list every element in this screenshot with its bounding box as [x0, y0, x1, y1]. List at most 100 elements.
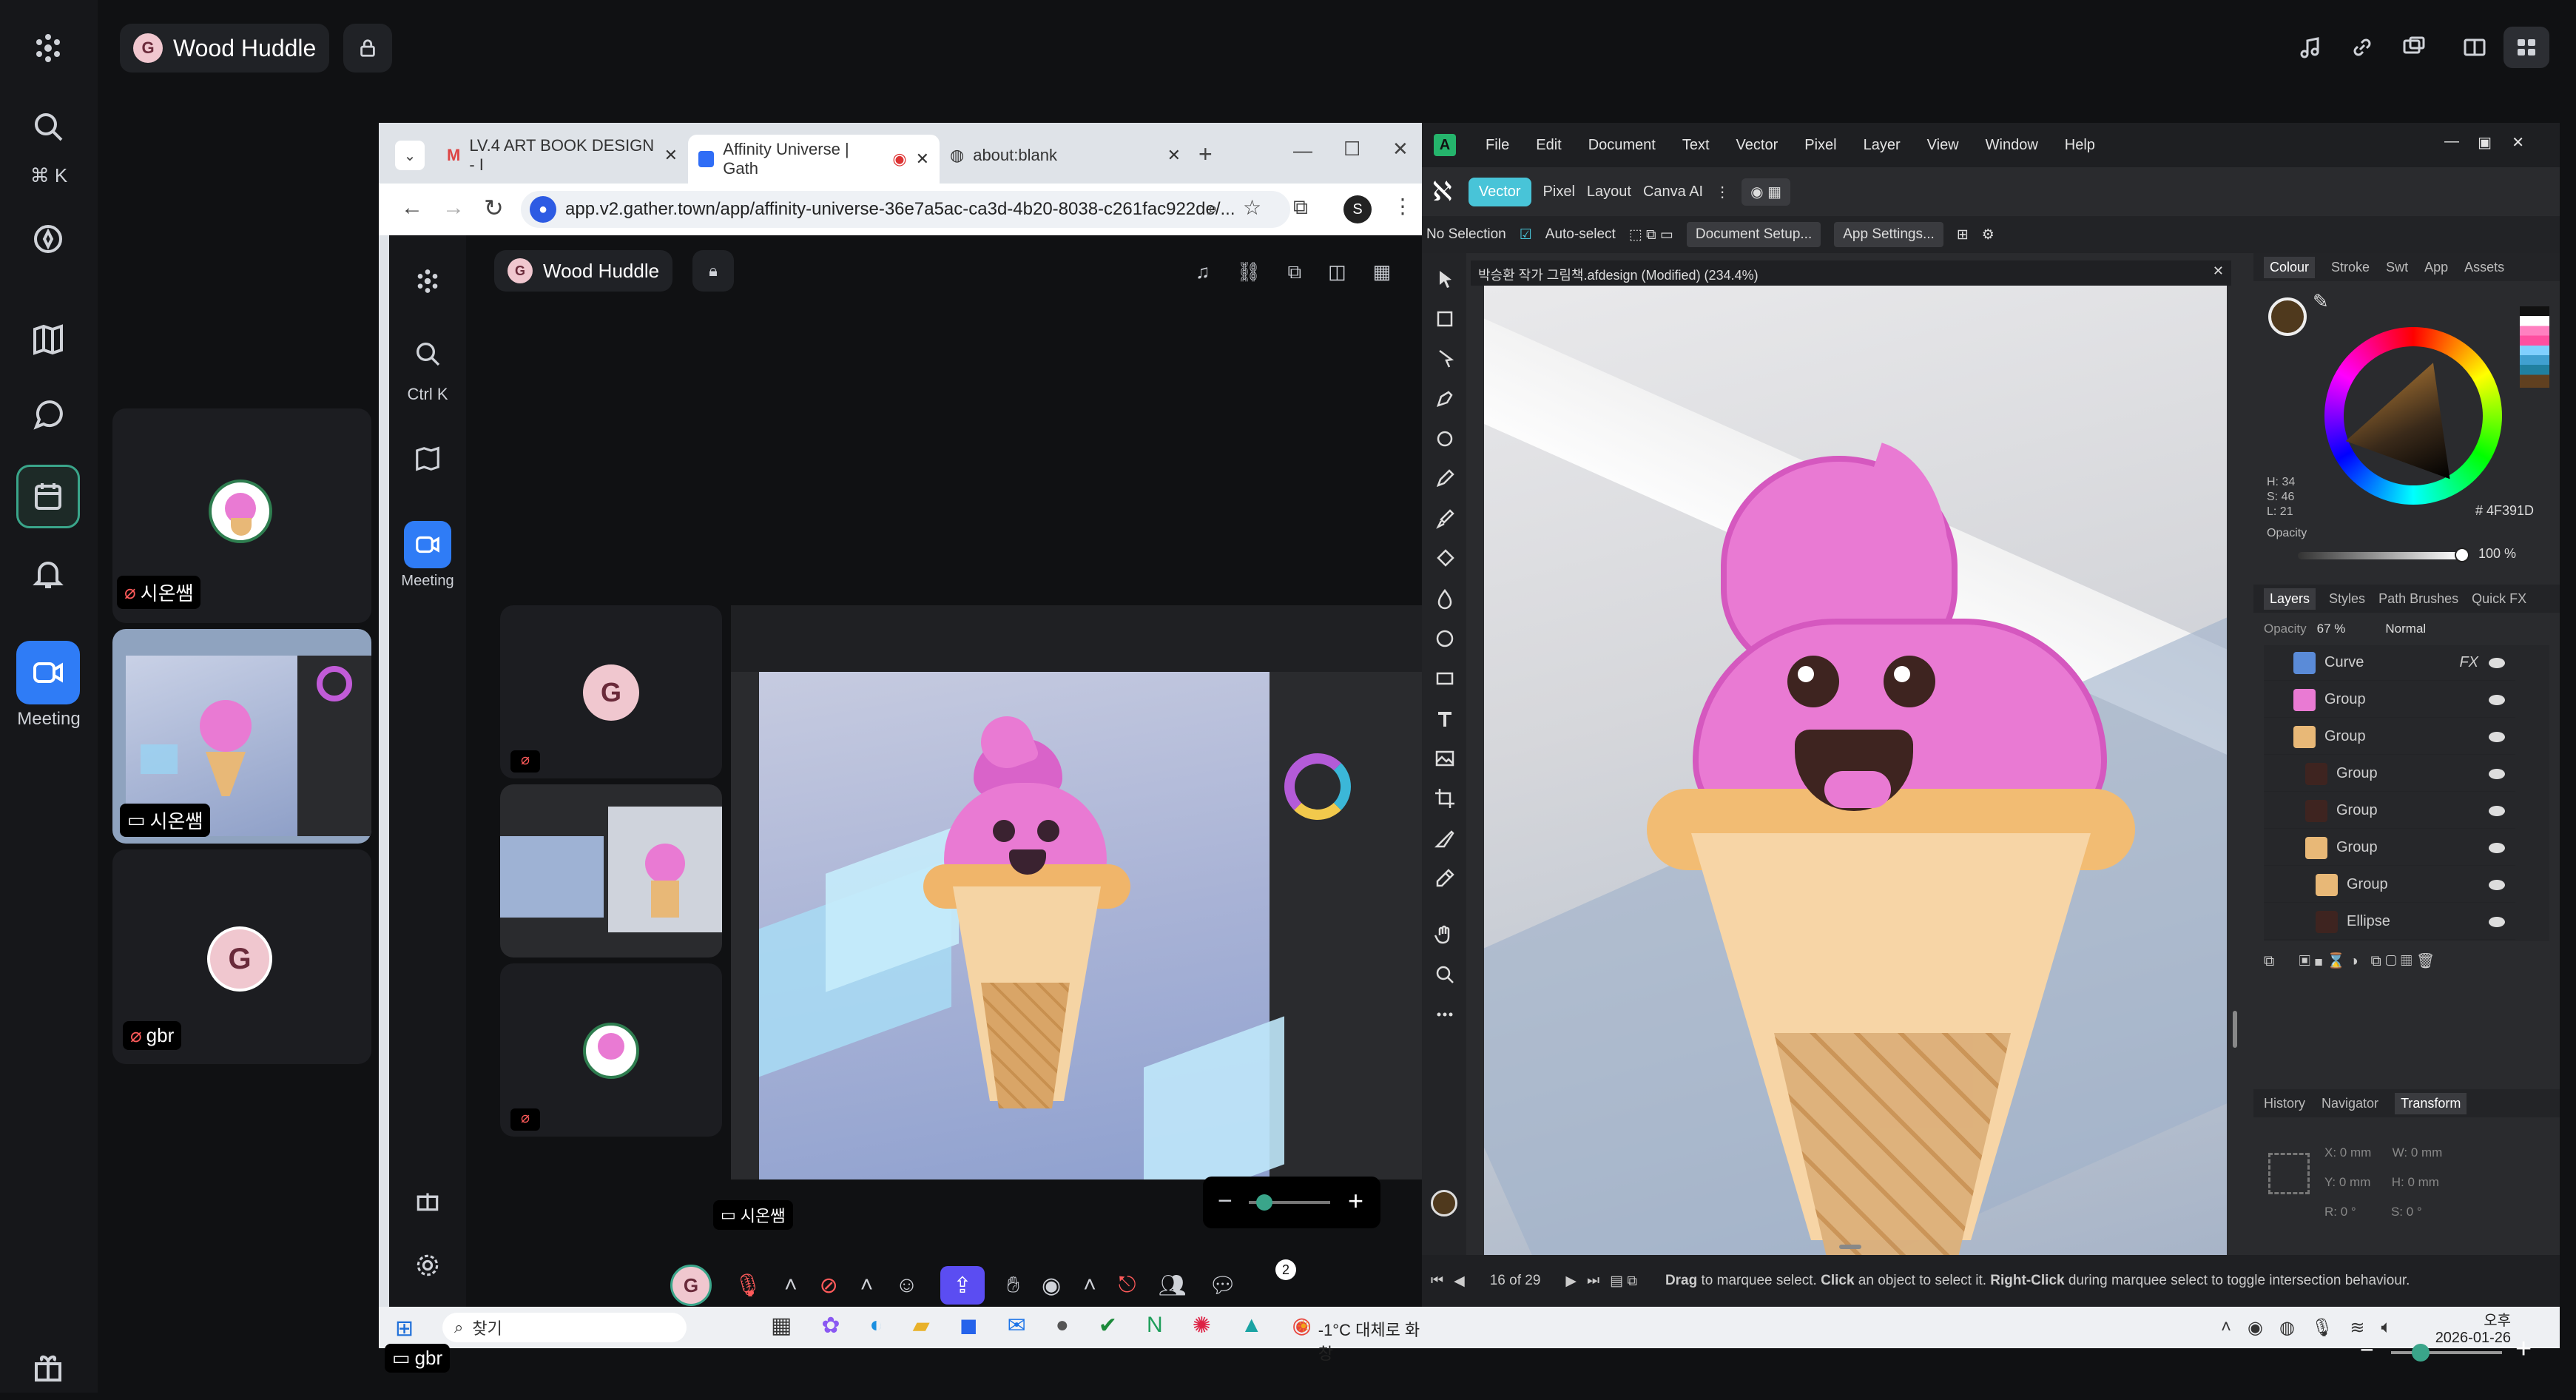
prev-page-icon[interactable]: ◀: [1454, 1273, 1465, 1290]
calendar-icon[interactable]: [16, 465, 80, 528]
search-icon[interactable]: [404, 330, 451, 377]
settings-gear-icon[interactable]: [404, 1242, 451, 1289]
menu-view[interactable]: View: [1927, 137, 1959, 154]
participant-tile[interactable]: G ⌀ gbr: [112, 849, 371, 1064]
visibility-eye-icon[interactable]: [2489, 768, 2505, 779]
outer-zoom-control[interactable]: − +: [2354, 1332, 2546, 1373]
bookmark-star-icon[interactable]: ☆: [1243, 195, 1261, 220]
layer-row[interactable]: Ellipse: [2264, 904, 2515, 940]
layer-row[interactable]: Group: [2264, 682, 2515, 718]
first-page-icon[interactable]: ⏮: [1431, 1273, 1443, 1289]
opacity-slider-handle[interactable]: [2455, 548, 2469, 562]
chevron-up-icon[interactable]: ˄: [860, 1273, 874, 1298]
share-screen-icon[interactable]: [2391, 27, 2437, 68]
tab-search-icon[interactable]: ⌄: [395, 141, 425, 170]
snapping-icon[interactable]: ⊞: [1957, 226, 1969, 243]
meeting-button[interactable]: [16, 641, 80, 704]
rectangle-tool-icon[interactable]: [1426, 660, 1463, 697]
app-icon[interactable]: ✺: [1193, 1313, 1211, 1339]
close-window-button[interactable]: ✕: [1392, 138, 1409, 161]
visibility-eye-icon[interactable]: [2489, 879, 2505, 890]
zoom-control[interactable]: − +: [1203, 1177, 1380, 1228]
mic-muted-icon[interactable]: 🎙︎: [734, 1273, 762, 1299]
fill-colour-swatch[interactable]: [2268, 297, 2307, 336]
weather-widget[interactable]: ☀ -1°C 대체로 화창: [1296, 1317, 1422, 1364]
menu-pixel[interactable]: Pixel: [1804, 137, 1836, 154]
app-settings-button[interactable]: App Settings...: [1834, 222, 1943, 247]
gift-icon[interactable]: [16, 1336, 80, 1400]
profile-avatar[interactable]: S: [1343, 195, 1372, 223]
visibility-eye-icon[interactable]: [2489, 731, 2505, 742]
transparency-tool-icon[interactable]: [1426, 580, 1463, 617]
outlook-icon[interactable]: ✉: [1008, 1313, 1026, 1339]
visibility-eye-icon[interactable]: [2489, 694, 2505, 705]
task-view-icon[interactable]: ▦: [771, 1313, 792, 1339]
music-icon[interactable]: [2287, 27, 2333, 68]
layer-row[interactable]: Group: [2264, 867, 2515, 903]
taskbar-search[interactable]: ⌕ 찾기: [442, 1313, 687, 1342]
text-tool-icon[interactable]: [1426, 700, 1463, 737]
opacity-value[interactable]: 100 %: [2478, 546, 2516, 562]
colour-picker-icon[interactable]: ✎: [2313, 290, 2329, 313]
last-page-icon[interactable]: ⏭: [1587, 1273, 1599, 1289]
pen-tool-icon[interactable]: [1426, 380, 1463, 417]
grid-view-icon[interactable]: ▦: [1373, 260, 1392, 284]
layers-actions[interactable]: ⧉ ▣ ◼ ⌛ ◑ ⧉ ▢ ▦ 🗑︎: [2264, 952, 2549, 974]
persona-canva-ai[interactable]: Canva AI: [1643, 184, 1703, 201]
menu-window[interactable]: Window: [1986, 137, 2038, 154]
store-icon[interactable]: ◼: [960, 1313, 978, 1339]
tab-styles[interactable]: Styles: [2329, 591, 2365, 607]
tab-history[interactable]: History: [2264, 1096, 2305, 1111]
tab-path-brushes[interactable]: Path Brushes: [2378, 591, 2458, 607]
blend-mode-select[interactable]: Normal: [2385, 622, 2426, 636]
close-icon[interactable]: ✕: [916, 149, 929, 169]
layer-row[interactable]: Group: [2264, 793, 2515, 829]
menu-file[interactable]: File: [1486, 137, 1509, 154]
minimize-button[interactable]: —: [1293, 139, 1312, 162]
layer-row[interactable]: Group: [2264, 719, 2515, 755]
copilot-icon[interactable]: ✿: [821, 1313, 840, 1339]
screen-share-button[interactable]: ⇪: [940, 1266, 985, 1305]
inner-space-name-pill[interactable]: G Wood Huddle: [494, 250, 673, 292]
affinity-icon[interactable]: ▲: [1241, 1313, 1263, 1339]
horizontal-scroll-handle[interactable]: [1839, 1245, 1861, 1249]
file-explorer-icon[interactable]: ▰: [913, 1313, 930, 1339]
page-options-icon[interactable]: ▤ ⧉: [1610, 1273, 1637, 1290]
close-icon[interactable]: ✕: [664, 146, 678, 165]
share-screen-icon[interactable]: ⧉: [1288, 260, 1302, 284]
knife-tool-icon[interactable]: [1426, 820, 1463, 857]
assistant-icon[interactable]: ◉ ▦: [1742, 178, 1791, 206]
transform-fields[interactable]: X: 0 mm W: 0 mm Y: 0 mm H: 0 mm R: 0 ° S…: [2324, 1138, 2546, 1227]
camera-off-icon[interactable]: ⊘: [820, 1273, 838, 1299]
menu-help[interactable]: Help: [2065, 137, 2095, 154]
leave-icon[interactable]: ⎋: [1119, 1273, 1136, 1298]
close-document-icon[interactable]: ✕: [2213, 263, 2224, 279]
map-icon[interactable]: [16, 308, 80, 371]
chevron-up-icon[interactable]: ˄: [784, 1273, 798, 1298]
chat-icon[interactable]: 💬︎: [1209, 1273, 1237, 1299]
todo-icon[interactable]: ✔: [1099, 1313, 1117, 1339]
split-view-icon[interactable]: [2452, 27, 2498, 68]
zoom-in-icon[interactable]: +: [1348, 1185, 1363, 1216]
tab-gather[interactable]: Affinity Universe | Gath ◉ ✕: [688, 135, 940, 184]
record-icon[interactable]: ◉: [1042, 1273, 1061, 1299]
browser-menu-icon[interactable]: ⋮: [1392, 194, 1413, 218]
app-icon[interactable]: ●: [1056, 1313, 1069, 1339]
recent-swatches[interactable]: [2520, 306, 2549, 388]
eyedropper-tool-icon[interactable]: [1426, 860, 1463, 897]
link-icon[interactable]: ⛓: [1237, 260, 1261, 284]
tab-assets[interactable]: Assets: [2464, 260, 2504, 275]
menu-document[interactable]: Document: [1588, 137, 1656, 154]
zoom-in-icon[interactable]: +: [2515, 1333, 2532, 1365]
auto-select-checkbox[interactable]: ☑: [1520, 226, 1532, 243]
image-tool-icon[interactable]: [1426, 740, 1463, 777]
extensions-icon[interactable]: ⧉: [1293, 195, 1308, 220]
new-tab-button[interactable]: +: [1198, 141, 1213, 168]
layer-row[interactable]: Curve FX: [2264, 645, 2515, 681]
next-page-icon[interactable]: ▶: [1565, 1273, 1577, 1290]
split-view-icon[interactable]: ◫: [1328, 260, 1346, 284]
node-tool-icon[interactable]: [1426, 340, 1463, 377]
menu-text[interactable]: Text: [1682, 137, 1710, 154]
network-icon[interactable]: ◍: [2279, 1317, 2295, 1339]
persona-vector[interactable]: Vector: [1468, 177, 1531, 206]
